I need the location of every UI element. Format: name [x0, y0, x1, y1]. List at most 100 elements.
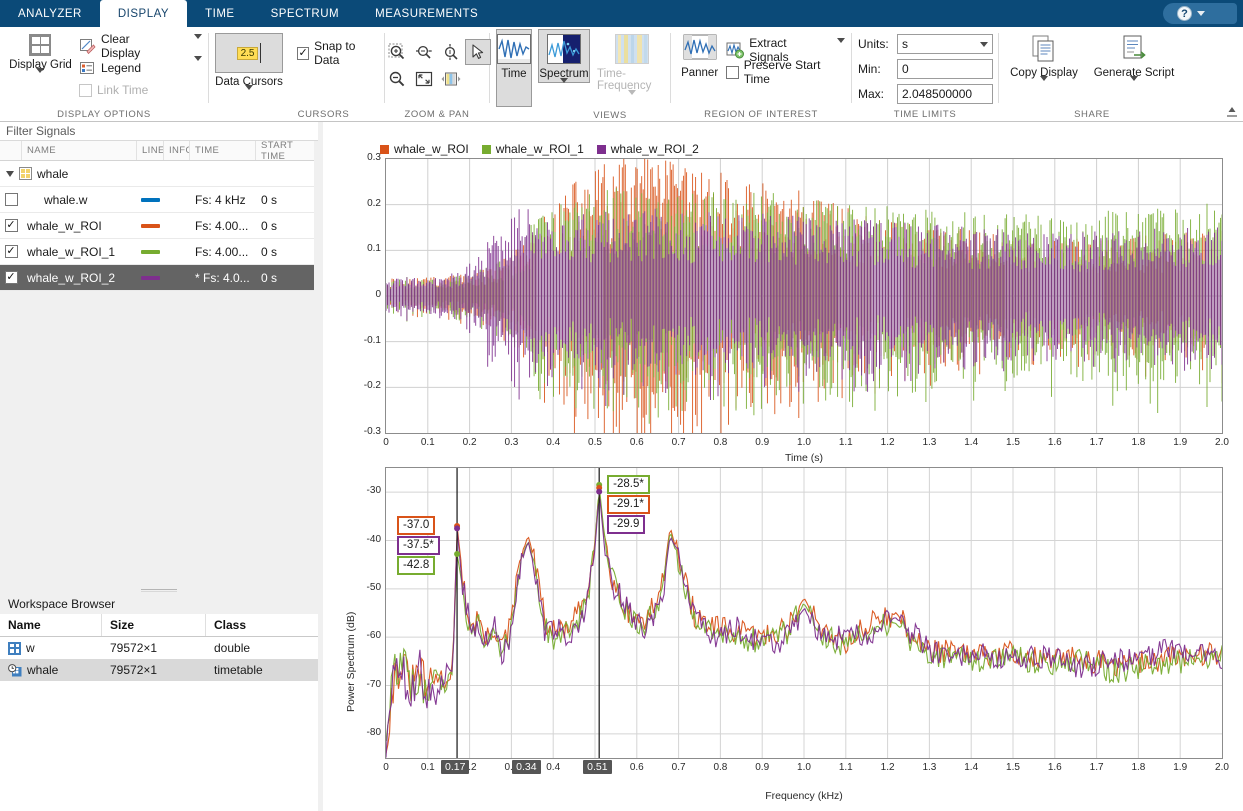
zoom-in-region-icon[interactable] [384, 39, 410, 65]
view-spectrum-button[interactable]: Spectrum [538, 29, 590, 83]
legend-item[interactable]: whale_w_ROI_2 [596, 142, 699, 156]
fit-to-view-icon[interactable] [411, 66, 437, 92]
column-header-info[interactable]: INFO [164, 141, 190, 160]
spectrum-plot-axes[interactable] [385, 467, 1223, 759]
filter-signals-input[interactable]: Filter Signals [0, 122, 318, 141]
legend-label: whale_w_ROI_1 [495, 142, 584, 156]
data-cursor-label[interactable]: -37.0 [397, 516, 436, 535]
plot-area: whale_w_ROI whale_w_ROI_1 whale_w_ROI_2 … [323, 122, 1243, 811]
min-input[interactable]: 0 [897, 59, 993, 79]
clear-display-chevron-down-icon[interactable] [194, 34, 202, 53]
axis-tick-label: 1.6 [1047, 437, 1062, 448]
max-input[interactable]: 2.048500000 [897, 84, 993, 104]
zoom-in-x-icon[interactable] [411, 39, 437, 65]
spectrum-chevron-down-icon[interactable] [560, 78, 568, 97]
copy-display-chevron-down-icon[interactable] [1040, 76, 1048, 95]
snap-to-data-checkbox-box[interactable]: ✓ [297, 46, 310, 60]
column-header-class[interactable]: Class [206, 614, 312, 636]
pan-icon[interactable] [438, 66, 464, 92]
legend-button[interactable]: Legend [79, 56, 202, 79]
signals-group-row-whale[interactable]: whale [0, 161, 314, 187]
table-row[interactable]: whale.w Fs: 4 kHz 0 s [0, 187, 314, 213]
snap-to-data-checkbox[interactable]: ✓ Snap to Data [297, 39, 378, 67]
row-checkbox[interactable]: ✓ [0, 239, 22, 264]
list-item[interactable]: whale 79572×1 timetable [0, 659, 318, 681]
expand-collapse-triangle-icon[interactable] [6, 170, 14, 177]
axis-tick-label: 1.2 [880, 437, 895, 448]
column-header-start-time[interactable]: START TIME [256, 141, 314, 160]
time-plot-axes[interactable] [385, 158, 1223, 434]
units-row: Units: s [858, 33, 993, 55]
legend-chevron-down-icon[interactable] [194, 56, 202, 75]
checkbox-box[interactable]: ✓ [4, 245, 18, 258]
column-header-line[interactable]: LINE [137, 141, 164, 160]
data-cursor-label[interactable]: -29.9 [607, 514, 646, 534]
tab-display[interactable]: DISPLAY [99, 0, 188, 27]
collapse-ribbon-button[interactable] [1225, 105, 1239, 119]
double-array-icon [8, 641, 21, 655]
list-item[interactable]: w 79572×1 double [0, 637, 318, 659]
legend-item[interactable]: whale_w_ROI_1 [481, 142, 584, 156]
extract-signals-chevron-down-icon[interactable] [837, 38, 845, 57]
column-header-size[interactable]: Size [102, 614, 206, 636]
ribbon: Display Grid Clear Display Legend Link T… [0, 27, 1243, 122]
row-line-swatch[interactable] [137, 265, 164, 290]
chevron-down-icon[interactable] [1197, 11, 1205, 16]
data-cursor-label[interactable]: -37.5* [397, 536, 440, 555]
table-row[interactable]: ✓ whale_w_ROI_1 Fs: 4.00... 0 s [0, 239, 314, 265]
axis-tick-label: -30 [366, 485, 381, 497]
row-line-swatch[interactable] [137, 187, 164, 212]
units-select[interactable]: s [897, 34, 993, 54]
cursor-value-badge[interactable]: 0.51 [583, 760, 612, 774]
cursor-value-badge[interactable]: 0.34 [512, 760, 541, 774]
help-button[interactable]: ? [1163, 3, 1237, 24]
link-time-checkbox[interactable]: Link Time [78, 79, 202, 101]
generate-script-button[interactable]: Generate Script [1091, 31, 1177, 95]
panel-splitter[interactable] [0, 585, 318, 594]
row-line-swatch[interactable] [137, 213, 164, 238]
max-label: Max: [858, 87, 885, 101]
legend-item[interactable]: whale_w_ROI [380, 142, 469, 156]
table-row[interactable]: ✓ whale_w_ROI_2 * Fs: 4.0... 0 s [0, 265, 314, 291]
preserve-start-time-checkbox-box[interactable] [726, 65, 739, 79]
tab-time[interactable]: TIME [187, 0, 252, 27]
view-time-button[interactable]: Time [496, 29, 532, 107]
checkbox-box[interactable]: ✓ [4, 219, 18, 232]
copy-display-button[interactable]: Copy Display [1007, 31, 1081, 95]
data-cursor-label[interactable]: -29.1* [607, 494, 650, 514]
display-grid-button[interactable]: Display Grid [6, 31, 75, 87]
table-row[interactable]: ✓ whale_w_ROI Fs: 4.00... 0 s [0, 213, 314, 239]
row-checkbox[interactable] [0, 187, 22, 212]
axis-tick-label: 1.2 [880, 762, 895, 773]
help-zone: ? [1157, 0, 1243, 27]
preserve-start-time-checkbox[interactable]: Preserve Start Time [726, 58, 845, 86]
clear-display-button[interactable]: Clear Display [79, 32, 202, 60]
data-cursor-label[interactable]: -42.8 [397, 556, 436, 575]
grid-icon [29, 34, 52, 56]
tab-spectrum[interactable]: SPECTRUM [253, 0, 358, 27]
time-frequency-view-icon [615, 34, 649, 64]
row-line-swatch[interactable] [137, 239, 164, 264]
data-cursor-label[interactable]: -28.5* [607, 474, 650, 494]
checkbox-box[interactable]: ✓ [4, 271, 18, 284]
zoom-in-y-icon[interactable] [438, 39, 464, 65]
column-header-name[interactable]: Name [0, 614, 102, 636]
data-cursors-chevron-down-icon[interactable] [245, 85, 254, 104]
cursor-value-badge[interactable]: 0.17 [441, 760, 470, 774]
chevron-down-icon[interactable] [36, 68, 45, 87]
row-checkbox[interactable]: ✓ [0, 265, 22, 290]
link-time-checkbox-box[interactable] [78, 83, 92, 97]
data-cursors-button[interactable]: 2.5 [215, 33, 284, 73]
checkbox-box[interactable] [4, 193, 18, 206]
row-checkbox[interactable]: ✓ [0, 213, 22, 238]
pointer-icon[interactable] [464, 39, 491, 65]
panner-button[interactable]: Panner [677, 31, 722, 80]
legend-label: Legend [100, 61, 141, 75]
column-header-time[interactable]: TIME [190, 141, 256, 160]
column-header-name[interactable]: NAME [22, 141, 137, 160]
tab-analyzer[interactable]: ANALYZER [0, 0, 100, 27]
zoom-out-icon[interactable] [384, 66, 410, 92]
generate-script-chevron-down-icon[interactable] [1130, 76, 1138, 95]
tab-measurements[interactable]: MEASUREMENTS [357, 0, 496, 27]
chevron-down-icon[interactable] [980, 41, 988, 47]
